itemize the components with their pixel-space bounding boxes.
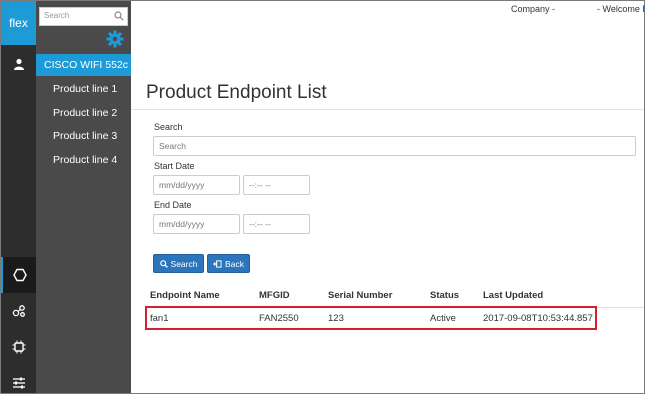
start-time-input[interactable]: --:-- -- (243, 175, 310, 195)
product-selected[interactable]: CISCO WIFI 552c (36, 54, 131, 76)
back-icon (213, 259, 222, 268)
start-date-label: Start Date (154, 161, 195, 171)
sidebar-item-product-line-2[interactable]: Product line 2 (53, 107, 117, 119)
top-bar: Company - - Welcome M (131, 1, 645, 19)
col-header-last-updated[interactable]: Last Updated (483, 290, 543, 301)
nodes-icon[interactable] (1, 293, 36, 329)
welcome-text: - Welcome M (597, 4, 645, 14)
sidebar-item-product-line-3[interactable]: Product line 3 (53, 130, 117, 142)
company-label: Company - (511, 4, 556, 14)
search-button-label: Search (170, 258, 198, 269)
title-divider (131, 109, 644, 110)
search-icon (114, 11, 124, 21)
cell-last-updated: 2017-09-08T10:53:44.857 (483, 313, 593, 324)
col-header-serial-number[interactable]: Serial Number (328, 290, 392, 301)
end-date-input[interactable]: mm/dd/yyyy (153, 214, 240, 234)
col-header-status[interactable]: Status (430, 290, 459, 301)
search-label: Search (154, 122, 183, 132)
search-input[interactable]: Search (153, 136, 636, 156)
search-icon (159, 259, 168, 268)
cell-serial-number: 123 (328, 313, 344, 324)
product-sidebar: Search CISCO WIFI 552c Product line 1 Pr… (36, 1, 131, 393)
flex-logo[interactable]: flex (1, 1, 36, 45)
page-title: Product Endpoint List (146, 82, 327, 103)
back-button[interactable]: Back (207, 254, 250, 273)
cell-mfgid: FAN2550 (259, 313, 299, 324)
col-header-endpoint-name[interactable]: Endpoint Name (150, 290, 220, 301)
col-header-mfgid[interactable]: MFGID (259, 290, 290, 301)
search-button[interactable]: Search (153, 254, 204, 273)
user-icon[interactable] (1, 45, 36, 83)
gear-icon[interactable] (106, 30, 124, 53)
chip-icon[interactable] (1, 329, 36, 365)
sidebar-search-input[interactable]: Search (39, 7, 128, 26)
sidebar-item-product-line-4[interactable]: Product line 4 (53, 154, 117, 166)
hexagon-icon[interactable] (1, 257, 36, 293)
welcome-label: - Welcome (597, 4, 640, 14)
back-button-label: Back (225, 258, 244, 269)
sidebar-search-placeholder: Search (44, 11, 70, 20)
sidebar-item-product-line-1[interactable]: Product line 1 (53, 83, 117, 95)
cell-endpoint-name: fan1 (150, 313, 169, 324)
sliders-icon[interactable] (1, 365, 36, 394)
icon-rail: flex (1, 1, 36, 393)
end-time-input[interactable]: --:-- -- (243, 214, 310, 234)
cell-status: Active (430, 313, 456, 324)
end-date-label: End Date (154, 200, 192, 210)
start-date-input[interactable]: mm/dd/yyyy (153, 175, 240, 195)
